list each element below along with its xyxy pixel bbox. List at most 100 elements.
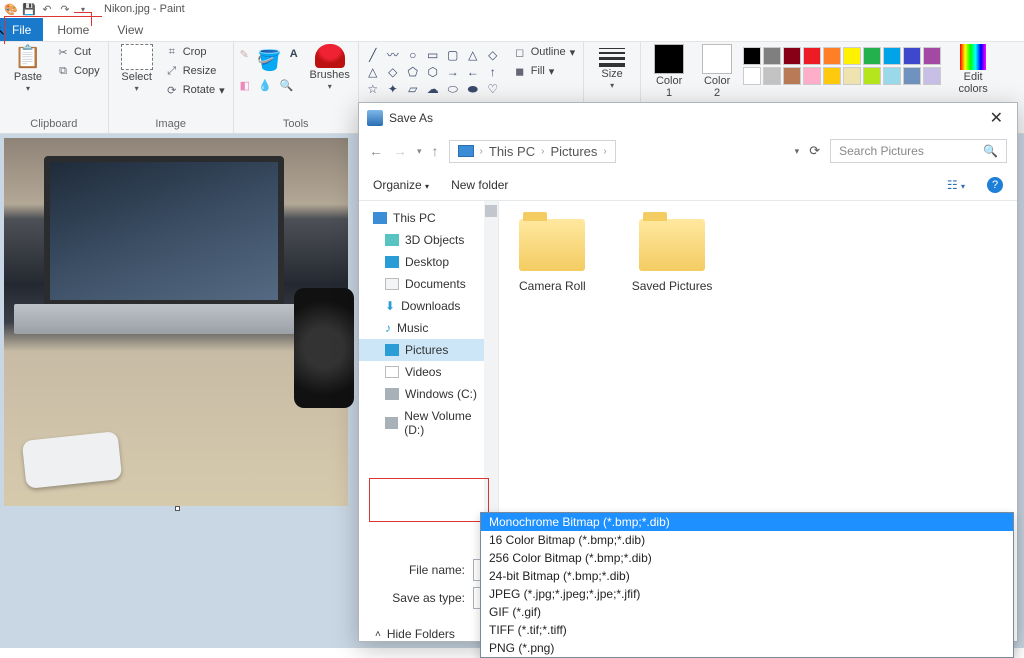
magnifier-icon[interactable]: 🔍 [280, 79, 294, 92]
chevron-up-icon: ˄ [375, 629, 381, 640]
shapes-gallery[interactable]: ╱〰○▭▢△◇ △◇⬠⬡→←↑ ☆✦▱☁⬭⬬♡ [365, 44, 501, 96]
nav-label: New Volume (D:) [404, 409, 490, 437]
nav-3d-objects[interactable]: 3D Objects [359, 229, 498, 251]
cut-button[interactable]: ✂Cut [54, 44, 102, 60]
nav-music[interactable]: ♪Music [359, 317, 498, 339]
resize-handle-bottom[interactable] [175, 506, 180, 511]
palette-swatch[interactable] [843, 67, 861, 85]
hide-folders-label: Hide Folders [387, 627, 455, 641]
palette-swatch[interactable] [803, 67, 821, 85]
palette-swatch[interactable] [883, 47, 901, 65]
eraser-icon[interactable]: ◧ [240, 79, 250, 92]
savetype-option[interactable]: 16 Color Bitmap (*.bmp;*.dib) [481, 531, 1013, 549]
palette-swatch[interactable] [763, 67, 781, 85]
palette-swatch[interactable] [863, 47, 881, 65]
edit-colors-button[interactable]: Edit colors [951, 44, 995, 95]
nav-documents[interactable]: Documents [359, 273, 498, 295]
palette-swatch[interactable] [863, 67, 881, 85]
palette-swatch[interactable] [783, 47, 801, 65]
content-pane[interactable]: Camera Roll Saved Pictures [499, 201, 1017, 553]
palette-swatch[interactable] [783, 67, 801, 85]
fill-button[interactable]: ◼Fill ▾ [511, 63, 577, 79]
search-placeholder: Search Pictures [839, 144, 924, 158]
view-button[interactable]: ☷ ▾ [947, 178, 965, 192]
palette-swatch[interactable] [823, 67, 841, 85]
file-tab[interactable]: ↖ File [0, 18, 43, 41]
nav-this-pc[interactable]: This PC [359, 207, 498, 229]
nav-downloads[interactable]: ⬇Downloads [359, 295, 498, 317]
savetype-option[interactable]: GIF (*.gif) [481, 603, 1013, 621]
refresh-button[interactable]: ⟳ [809, 143, 820, 159]
nav-scrollbar[interactable] [484, 201, 498, 553]
palette-swatch[interactable] [803, 47, 821, 65]
select-label: Select [121, 71, 152, 83]
resize-button[interactable]: ⤢Resize [163, 63, 227, 79]
savetype-dropdown[interactable]: Monochrome Bitmap (*.bmp;*.dib)16 Color … [480, 512, 1014, 658]
color-palette[interactable] [743, 44, 941, 85]
recent-dropdown-icon[interactable]: ▾ [417, 146, 422, 157]
select-button[interactable]: Select ▾ [115, 44, 159, 93]
color2-button[interactable]: Color 2 [695, 44, 739, 99]
resize-label: Resize [183, 65, 217, 77]
brushes-button[interactable]: Brushes ▾ [308, 44, 352, 91]
up-button[interactable]: ↑ [432, 143, 439, 159]
palette-swatch[interactable] [843, 47, 861, 65]
size-button[interactable]: Size ▾ [590, 44, 634, 90]
filename-label: File name: [373, 563, 473, 577]
folder-camera-roll[interactable]: Camera Roll [519, 219, 586, 293]
palette-swatch[interactable] [903, 47, 921, 65]
close-button[interactable]: ✕ [984, 108, 1009, 128]
savetype-option[interactable]: 256 Color Bitmap (*.bmp;*.dib) [481, 549, 1013, 567]
size-icon [599, 44, 625, 67]
save-icon[interactable]: 💾 [22, 2, 36, 16]
undo-icon[interactable]: ↶ [40, 2, 54, 16]
nav-pictures[interactable]: Pictures [359, 339, 498, 361]
bc-folder[interactable]: Pictures [550, 144, 597, 159]
breadcrumb-dropdown-icon[interactable]: ▾ [795, 146, 800, 157]
brushes-label: Brushes [310, 69, 350, 81]
pencil-icon[interactable]: ✎ [240, 48, 249, 73]
help-button[interactable]: ? [987, 177, 1003, 193]
palette-swatch[interactable] [923, 67, 941, 85]
nav-drive-d[interactable]: New Volume (D:) [359, 405, 498, 441]
nav-drive-c[interactable]: Windows (C:) [359, 383, 498, 405]
palette-swatch[interactable] [823, 47, 841, 65]
nav-pane[interactable]: This PC 3D Objects Desktop Documents ⬇Do… [359, 201, 499, 553]
palette-swatch[interactable] [903, 67, 921, 85]
view-tab[interactable]: View [103, 18, 157, 41]
annotation-arrow [74, 12, 92, 26]
savetype-option[interactable]: TIFF (*.tif;*.tiff) [481, 621, 1013, 639]
palette-swatch[interactable] [743, 67, 761, 85]
eyedropper-icon[interactable]: 💧 [258, 79, 272, 92]
redo-icon[interactable]: ↷ [58, 2, 72, 16]
color1-button[interactable]: Color 1 [647, 44, 691, 99]
search-input[interactable]: Search Pictures 🔍 [830, 139, 1007, 163]
nav-desktop[interactable]: Desktop [359, 251, 498, 273]
palette-swatch[interactable] [763, 47, 781, 65]
savetype-option[interactable]: JPEG (*.jpg;*.jpeg;*.jpe;*.jfif) [481, 585, 1013, 603]
savetype-option[interactable]: Monochrome Bitmap (*.bmp;*.dib) [481, 513, 1013, 531]
back-button[interactable]: ← [369, 143, 383, 159]
savetype-option[interactable]: 24-bit Bitmap (*.bmp;*.dib) [481, 567, 1013, 585]
copy-button[interactable]: ⧉Copy [54, 63, 102, 79]
rainbow-icon [960, 44, 986, 70]
palette-swatch[interactable] [743, 47, 761, 65]
paste-button[interactable]: 📋 Paste ▾ [6, 44, 50, 93]
savetype-option[interactable]: PNG (*.png) [481, 639, 1013, 657]
bc-root[interactable]: This PC [489, 144, 535, 159]
nav-videos[interactable]: Videos [359, 361, 498, 383]
folder-saved-pictures[interactable]: Saved Pictures [632, 219, 713, 293]
forward-button[interactable]: → [393, 143, 407, 159]
outline-label: Outline [531, 46, 566, 58]
palette-swatch[interactable] [923, 47, 941, 65]
palette-swatch[interactable] [883, 67, 901, 85]
outline-button[interactable]: ◻Outline ▾ [511, 44, 577, 60]
scrollbar-thumb[interactable] [485, 205, 497, 217]
breadcrumb[interactable]: › This PC › Pictures › [449, 140, 616, 163]
crop-button[interactable]: ⌗Crop [163, 44, 227, 60]
bucket-icon[interactable]: 🪣 [257, 48, 282, 73]
organize-button[interactable]: Organize ▾ [373, 178, 429, 192]
new-folder-button[interactable]: New folder [451, 178, 508, 192]
rotate-button[interactable]: ⟳Rotate ▾ [163, 82, 227, 98]
text-icon[interactable]: A [290, 48, 298, 73]
